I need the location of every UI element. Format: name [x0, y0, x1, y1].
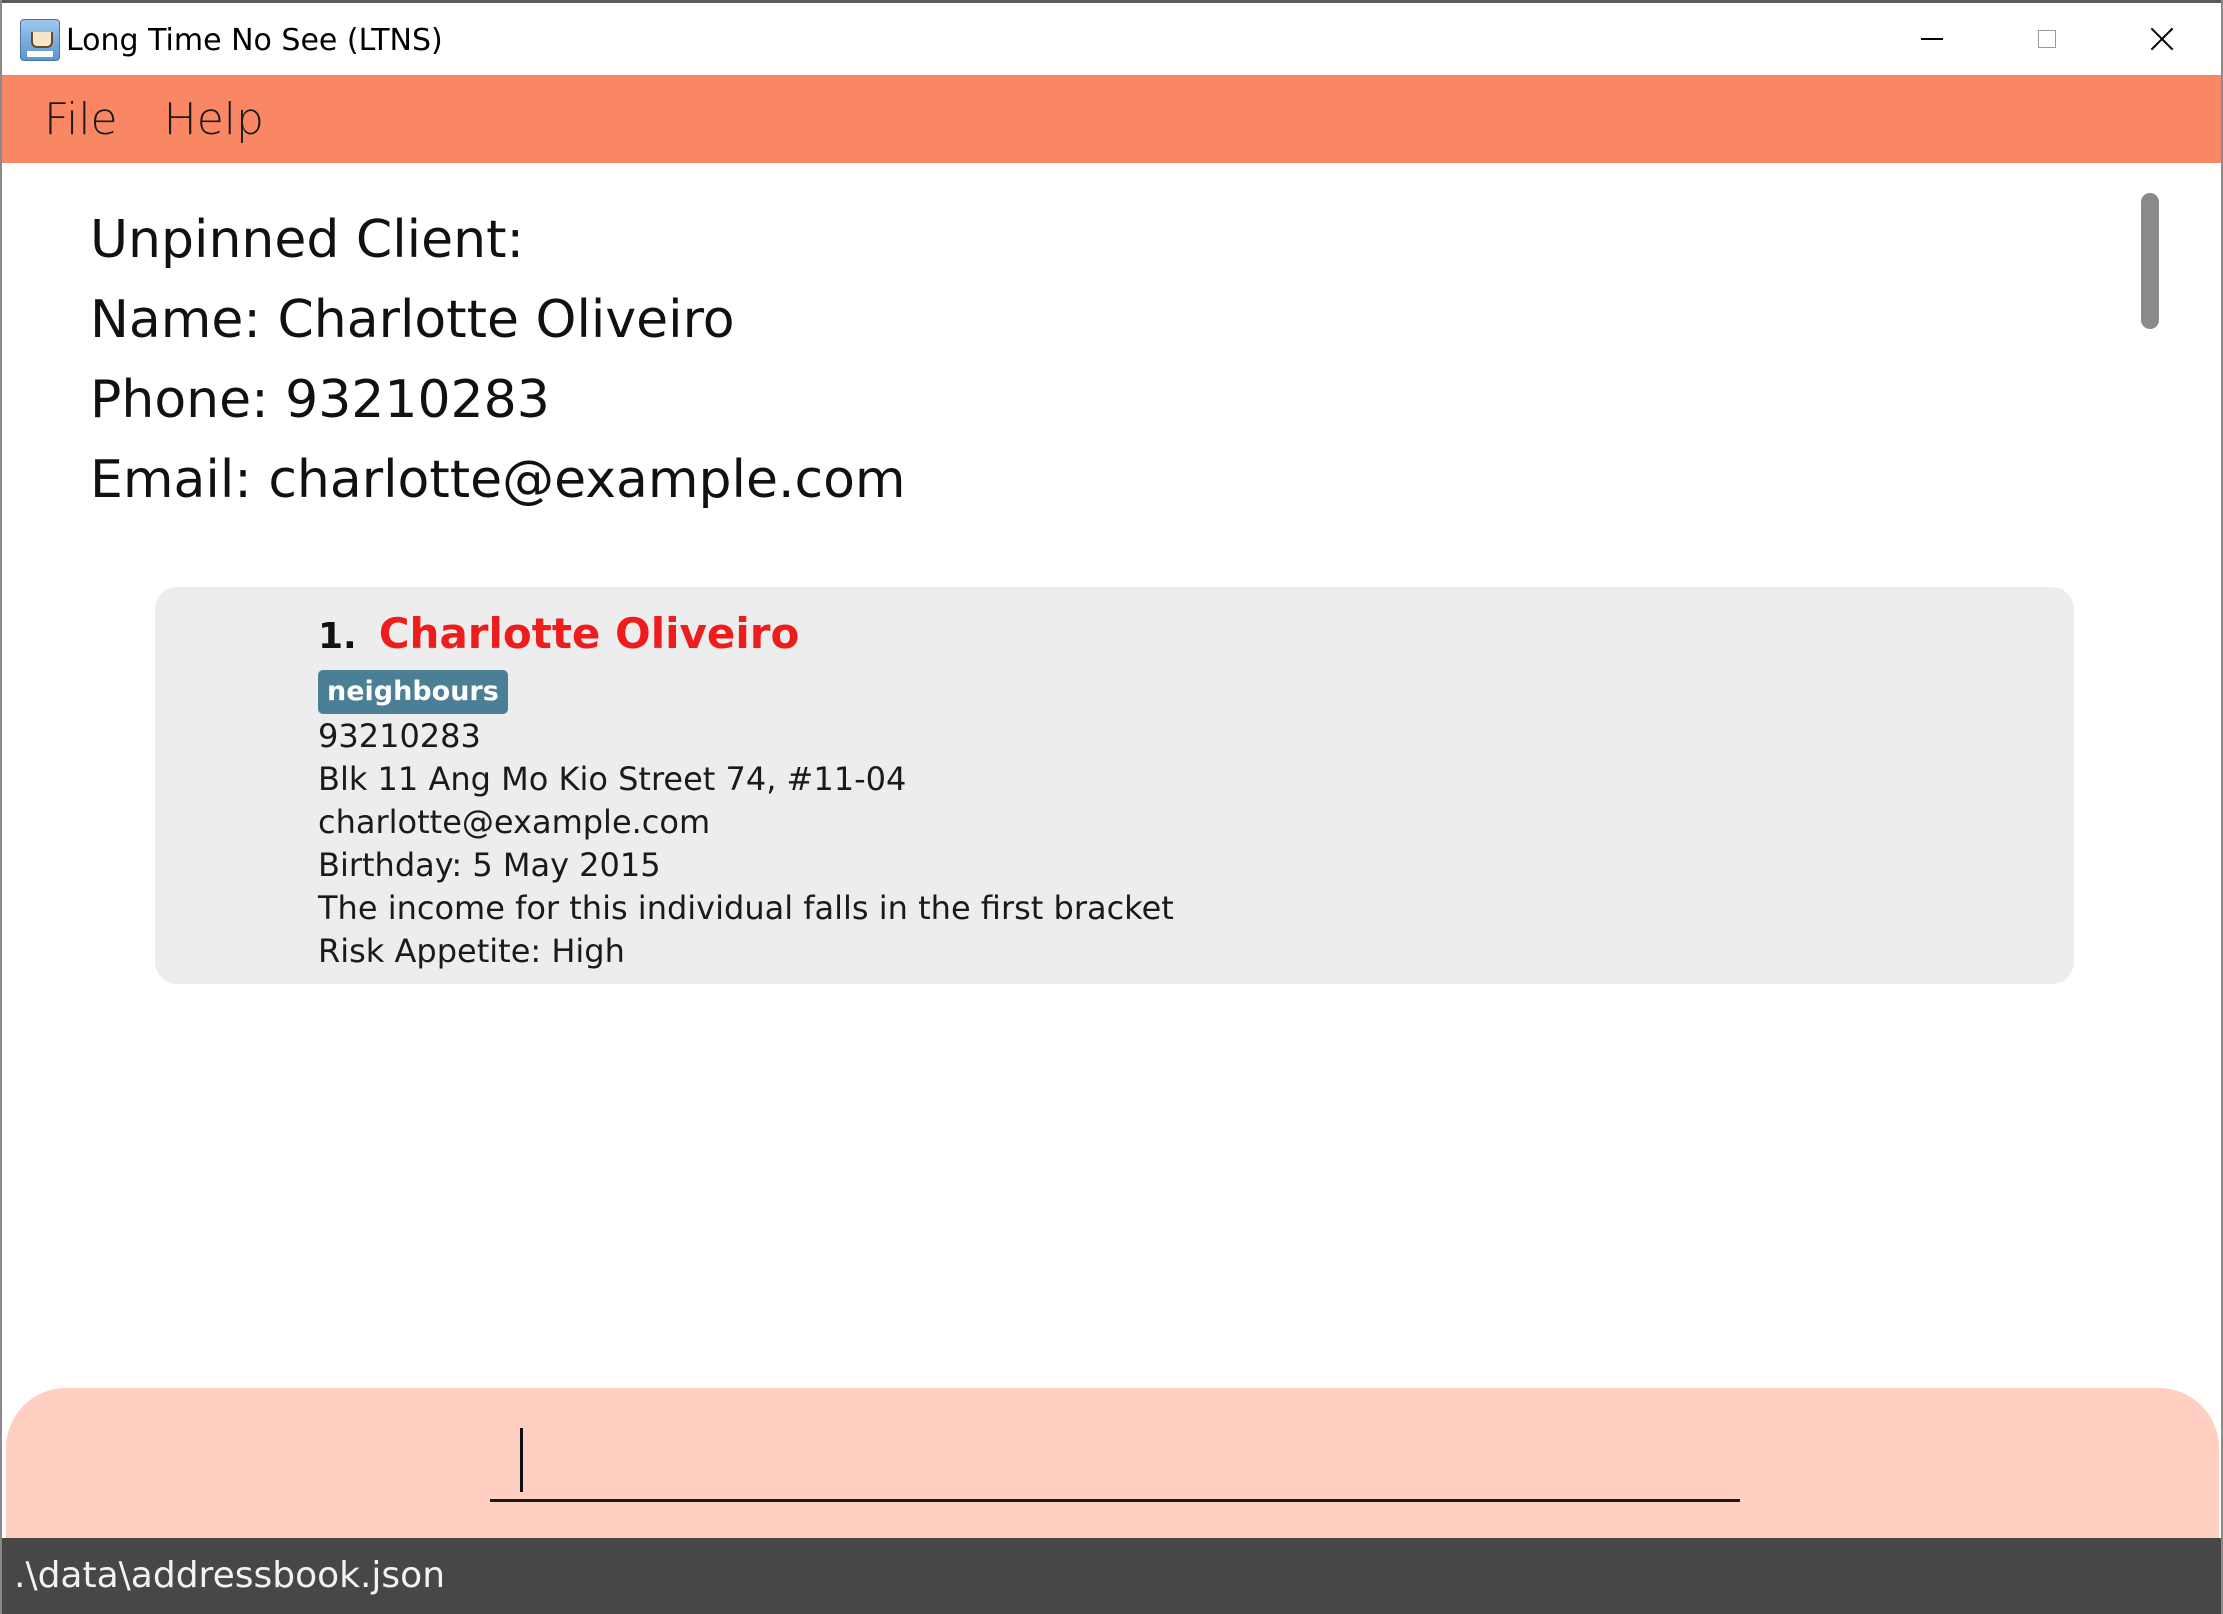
app-window: Long Time No See (LTNS) File Help Unpinn… [0, 0, 2223, 1614]
command-input[interactable] [490, 1428, 1740, 1502]
menu-bar: File Help [2, 75, 2221, 163]
result-name: Name: Charlotte Oliveiro [90, 290, 735, 350]
minimize-button[interactable] [1877, 3, 1987, 75]
menu-help[interactable]: Help [164, 94, 264, 145]
maximize-icon [2038, 30, 2056, 48]
client-details: 93210283 Blk 11 Ang Mo Kio Street 74, #1… [318, 715, 1174, 973]
status-bar: .\data\addressbook.json [2, 1538, 2221, 1614]
client-card-header: 1. Charlotte Oliveiro [318, 609, 799, 658]
client-card[interactable]: 1. Charlotte Oliveiro neighbours 9321028… [155, 587, 2074, 984]
close-icon [2150, 27, 2174, 51]
close-button[interactable] [2107, 3, 2217, 75]
result-email: Email: charlotte@example.com [90, 450, 906, 510]
result-display: Unpinned Client: Name: Charlotte Oliveir… [90, 200, 906, 520]
command-box-area [6, 1388, 2219, 1548]
result-heading: Unpinned Client: [90, 210, 524, 270]
app-icon [20, 19, 60, 61]
save-location-path: .\data\addressbook.json [14, 1555, 446, 1596]
client-tag-badge: neighbours [318, 670, 508, 714]
window-title: Long Time No See (LTNS) [66, 23, 443, 58]
coffee-cup-icon [31, 32, 53, 48]
client-email: charlotte@example.com [318, 803, 711, 841]
maximize-button[interactable] [1992, 3, 2102, 75]
client-risk: Risk Appetite: High [318, 932, 625, 970]
client-birthday: Birthday: 5 May 2015 [318, 846, 661, 884]
client-name: Charlotte Oliveiro [378, 609, 800, 658]
client-address: Blk 11 Ang Mo Kio Street 74, #11-04 [318, 760, 907, 798]
result-phone: Phone: 93210283 [90, 370, 550, 430]
icon-label-strip [27, 51, 53, 57]
menu-file[interactable]: File [44, 94, 118, 145]
title-bar[interactable]: Long Time No See (LTNS) [2, 0, 2221, 75]
client-index: 1. [318, 616, 357, 657]
text-caret [520, 1428, 523, 1492]
client-income: The income for this individual falls in … [318, 889, 1174, 927]
minimize-icon [1921, 38, 1943, 40]
scrollbar-thumb[interactable] [2141, 193, 2159, 329]
client-phone: 93210283 [318, 717, 481, 755]
